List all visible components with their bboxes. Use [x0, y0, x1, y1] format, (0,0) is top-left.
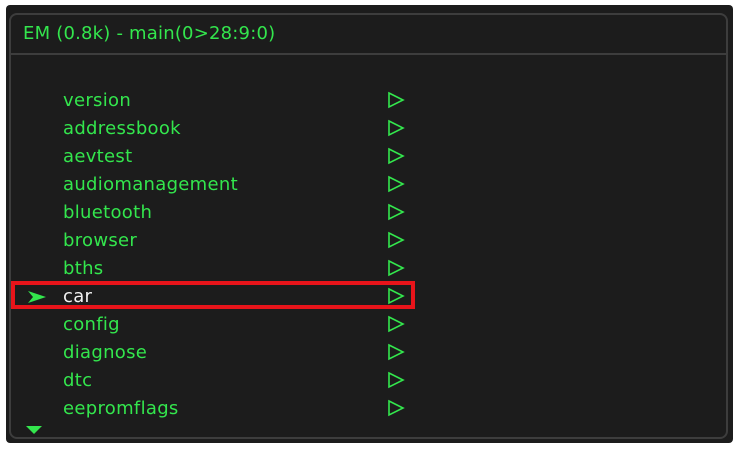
menu-item-label: audiomanagement — [63, 174, 238, 195]
menu-item-label: version — [63, 90, 132, 111]
menu-item-bluetooth[interactable]: bluetooth — [11, 199, 726, 227]
menu-item-label: bths — [63, 258, 104, 279]
play-outline-icon — [388, 371, 405, 389]
arrow-right-filled-icon — [28, 291, 46, 303]
play-outline-icon — [388, 231, 405, 249]
menu-item-aevtest[interactable]: aevtest — [11, 143, 726, 171]
play-outline-icon — [388, 399, 405, 417]
play-outline-icon — [388, 315, 405, 333]
play-outline-icon — [388, 175, 405, 193]
play-outline-icon — [388, 119, 405, 137]
window-title: EM (0.8k) - main(0>28:9:0) — [23, 23, 276, 44]
menu-item-label: aevtest — [63, 146, 133, 167]
menu-frame: EM (0.8k) - main(0>28:9:0) version addre… — [9, 13, 728, 439]
menu-item-audiomanagement[interactable]: audiomanagement — [11, 171, 726, 199]
menu-item-label: browser — [63, 230, 138, 251]
menu-item-label: config — [63, 314, 120, 335]
menu-item-config[interactable]: config — [11, 311, 726, 339]
play-outline-icon — [388, 91, 405, 109]
triangle-down-filled-icon[interactable] — [25, 425, 43, 435]
menu-item-label: dtc — [63, 370, 93, 391]
play-outline-icon — [388, 287, 405, 305]
menu-item-eepromflags[interactable]: eepromflags — [11, 395, 726, 423]
play-outline-icon — [388, 343, 405, 361]
menu-item-label: car — [63, 286, 93, 307]
menu-item-version[interactable]: version — [11, 87, 726, 115]
menu-item-label: eepromflags — [63, 398, 179, 419]
engineering-menu-screen: EM (0.8k) - main(0>28:9:0) version addre… — [6, 5, 733, 443]
title-bar: EM (0.8k) - main(0>28:9:0) — [11, 15, 726, 55]
menu-item-bths[interactable]: bths — [11, 255, 726, 283]
menu-item-dtc[interactable]: dtc — [11, 367, 726, 395]
play-outline-icon — [388, 147, 405, 165]
play-outline-icon — [388, 259, 405, 277]
menu-item-label: diagnose — [63, 342, 148, 363]
play-outline-icon — [388, 203, 405, 221]
menu-item-diagnose[interactable]: diagnose — [11, 339, 726, 367]
menu-item-car[interactable]: car — [11, 281, 726, 311]
menu-item-browser[interactable]: browser — [11, 227, 726, 255]
menu-item-addressbook[interactable]: addressbook — [11, 115, 726, 143]
menu-item-label: bluetooth — [63, 202, 153, 223]
menu-item-label: addressbook — [63, 118, 181, 139]
